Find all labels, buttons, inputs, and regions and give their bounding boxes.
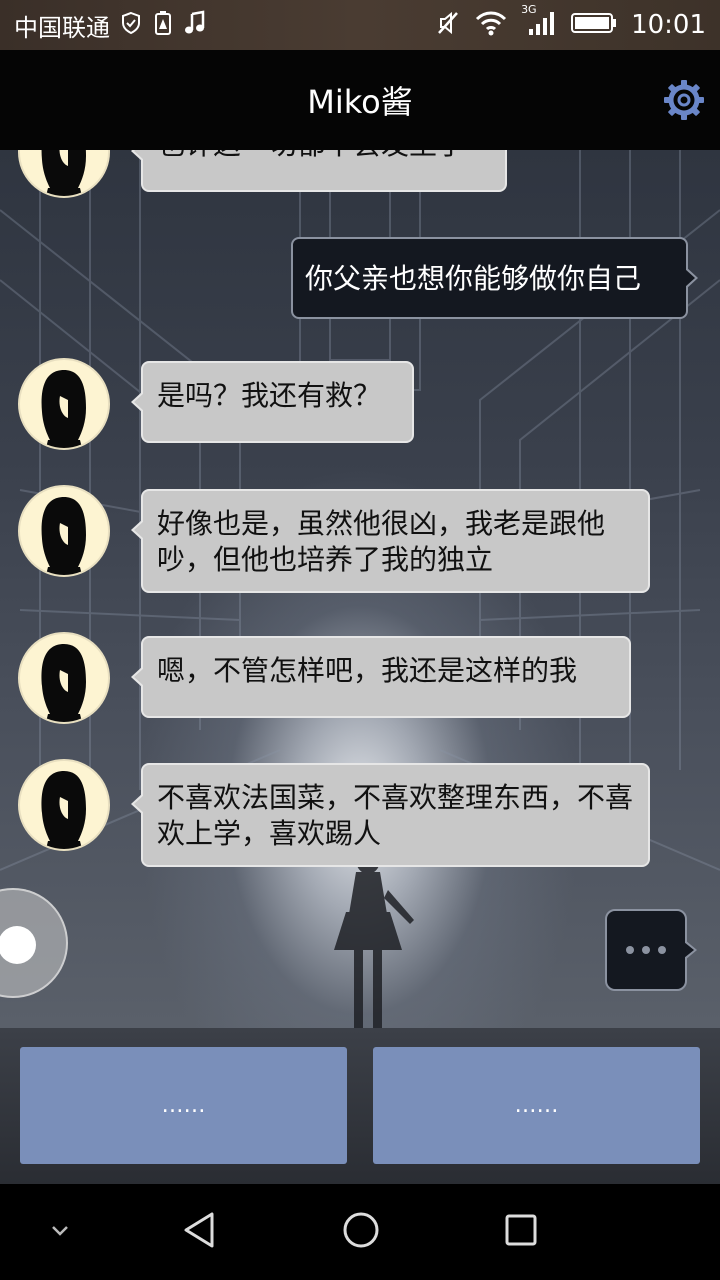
message-bubble[interactable]: 是吗？我还有救？ [131,361,414,443]
typing-dot [642,946,650,954]
typing-indicator [605,909,697,991]
music-note-icon [184,10,206,40]
clock: 10:01 [631,10,706,40]
chat-area[interactable]: 也许这一切都不会发生了 你父亲也想你能够做你自己 是吗？我还有救？ 好像也是，虽 [0,150,720,1028]
avatar[interactable] [18,358,110,450]
gear-icon [662,80,706,126]
message-text: 不喜欢法国菜，不喜欢整理东西，不喜欢上学，喜欢踢人 [157,781,634,850]
home-button[interactable] [337,1208,385,1256]
app-screen: 中国联通 3G 10:01 Miko酱 你父亲也想你能够做你自己 是吗？我还有救… [0,0,720,1280]
message-text: 嗯，不管怎样吧，我还是这样的我 [157,654,578,687]
message-text: 是吗？我还有救？ [157,379,382,412]
message-bubble[interactable]: 好像也是，虽然他很凶，我老是跟他吵，但他也培养了我的独立 [131,489,650,593]
recents-button[interactable] [497,1208,545,1256]
message-text: 你父亲也想你能够做你自己 [305,262,642,295]
shield-icon [120,11,142,39]
avatar[interactable] [18,632,110,724]
reply-option-label: …… [514,1093,559,1118]
floating-assist-dot [0,926,36,964]
reply-option-button[interactable]: …… [20,1047,347,1164]
message-bubble[interactable]: 嗯，不管怎样吧，我还是这样的我 [131,636,631,718]
title-bar: Miko酱 [0,50,720,150]
avatar[interactable] [18,759,110,851]
reply-option-label: …… [161,1093,206,1118]
message-bubble[interactable]: 你父亲也想你能够做你自己 [291,237,698,319]
navigation-bar [0,1184,720,1280]
wifi-icon [475,10,507,40]
recents-square-icon [503,1212,539,1252]
back-button[interactable] [176,1208,224,1256]
home-circle-icon [341,1210,381,1254]
reply-panel: …… …… [0,1028,720,1184]
signal-3g-icon: 3G [521,3,557,41]
typing-dot [626,946,634,954]
battery-warning-icon [152,10,174,40]
collapse-nav-button[interactable] [44,1216,76,1248]
silhouette-figure [334,850,414,1028]
message-text: 也许这一切都不会发生了 [157,150,465,161]
message-bubble[interactable]: 不喜欢法国菜，不喜欢整理东西，不喜欢上学，喜欢踢人 [131,763,650,867]
avatar[interactable] [18,485,110,577]
settings-button[interactable] [662,78,706,122]
chevron-down-icon [50,1223,70,1242]
reply-option-button[interactable]: …… [373,1047,700,1164]
network-type-label: 3G [521,3,537,16]
message-text: 好像也是，虽然他很凶，我老是跟他吵，但他也培养了我的独立 [157,507,606,576]
carrier-name: 中国联通 [14,13,110,42]
typing-dot [658,946,666,954]
back-triangle-icon [180,1210,220,1254]
mute-icon [435,9,461,41]
chat-title: Miko酱 [307,83,413,121]
status-bar: 中国联通 3G 10:01 [0,0,720,50]
message-bubble[interactable]: 也许这一切都不会发生了 [131,150,507,192]
battery-icon [571,11,617,39]
